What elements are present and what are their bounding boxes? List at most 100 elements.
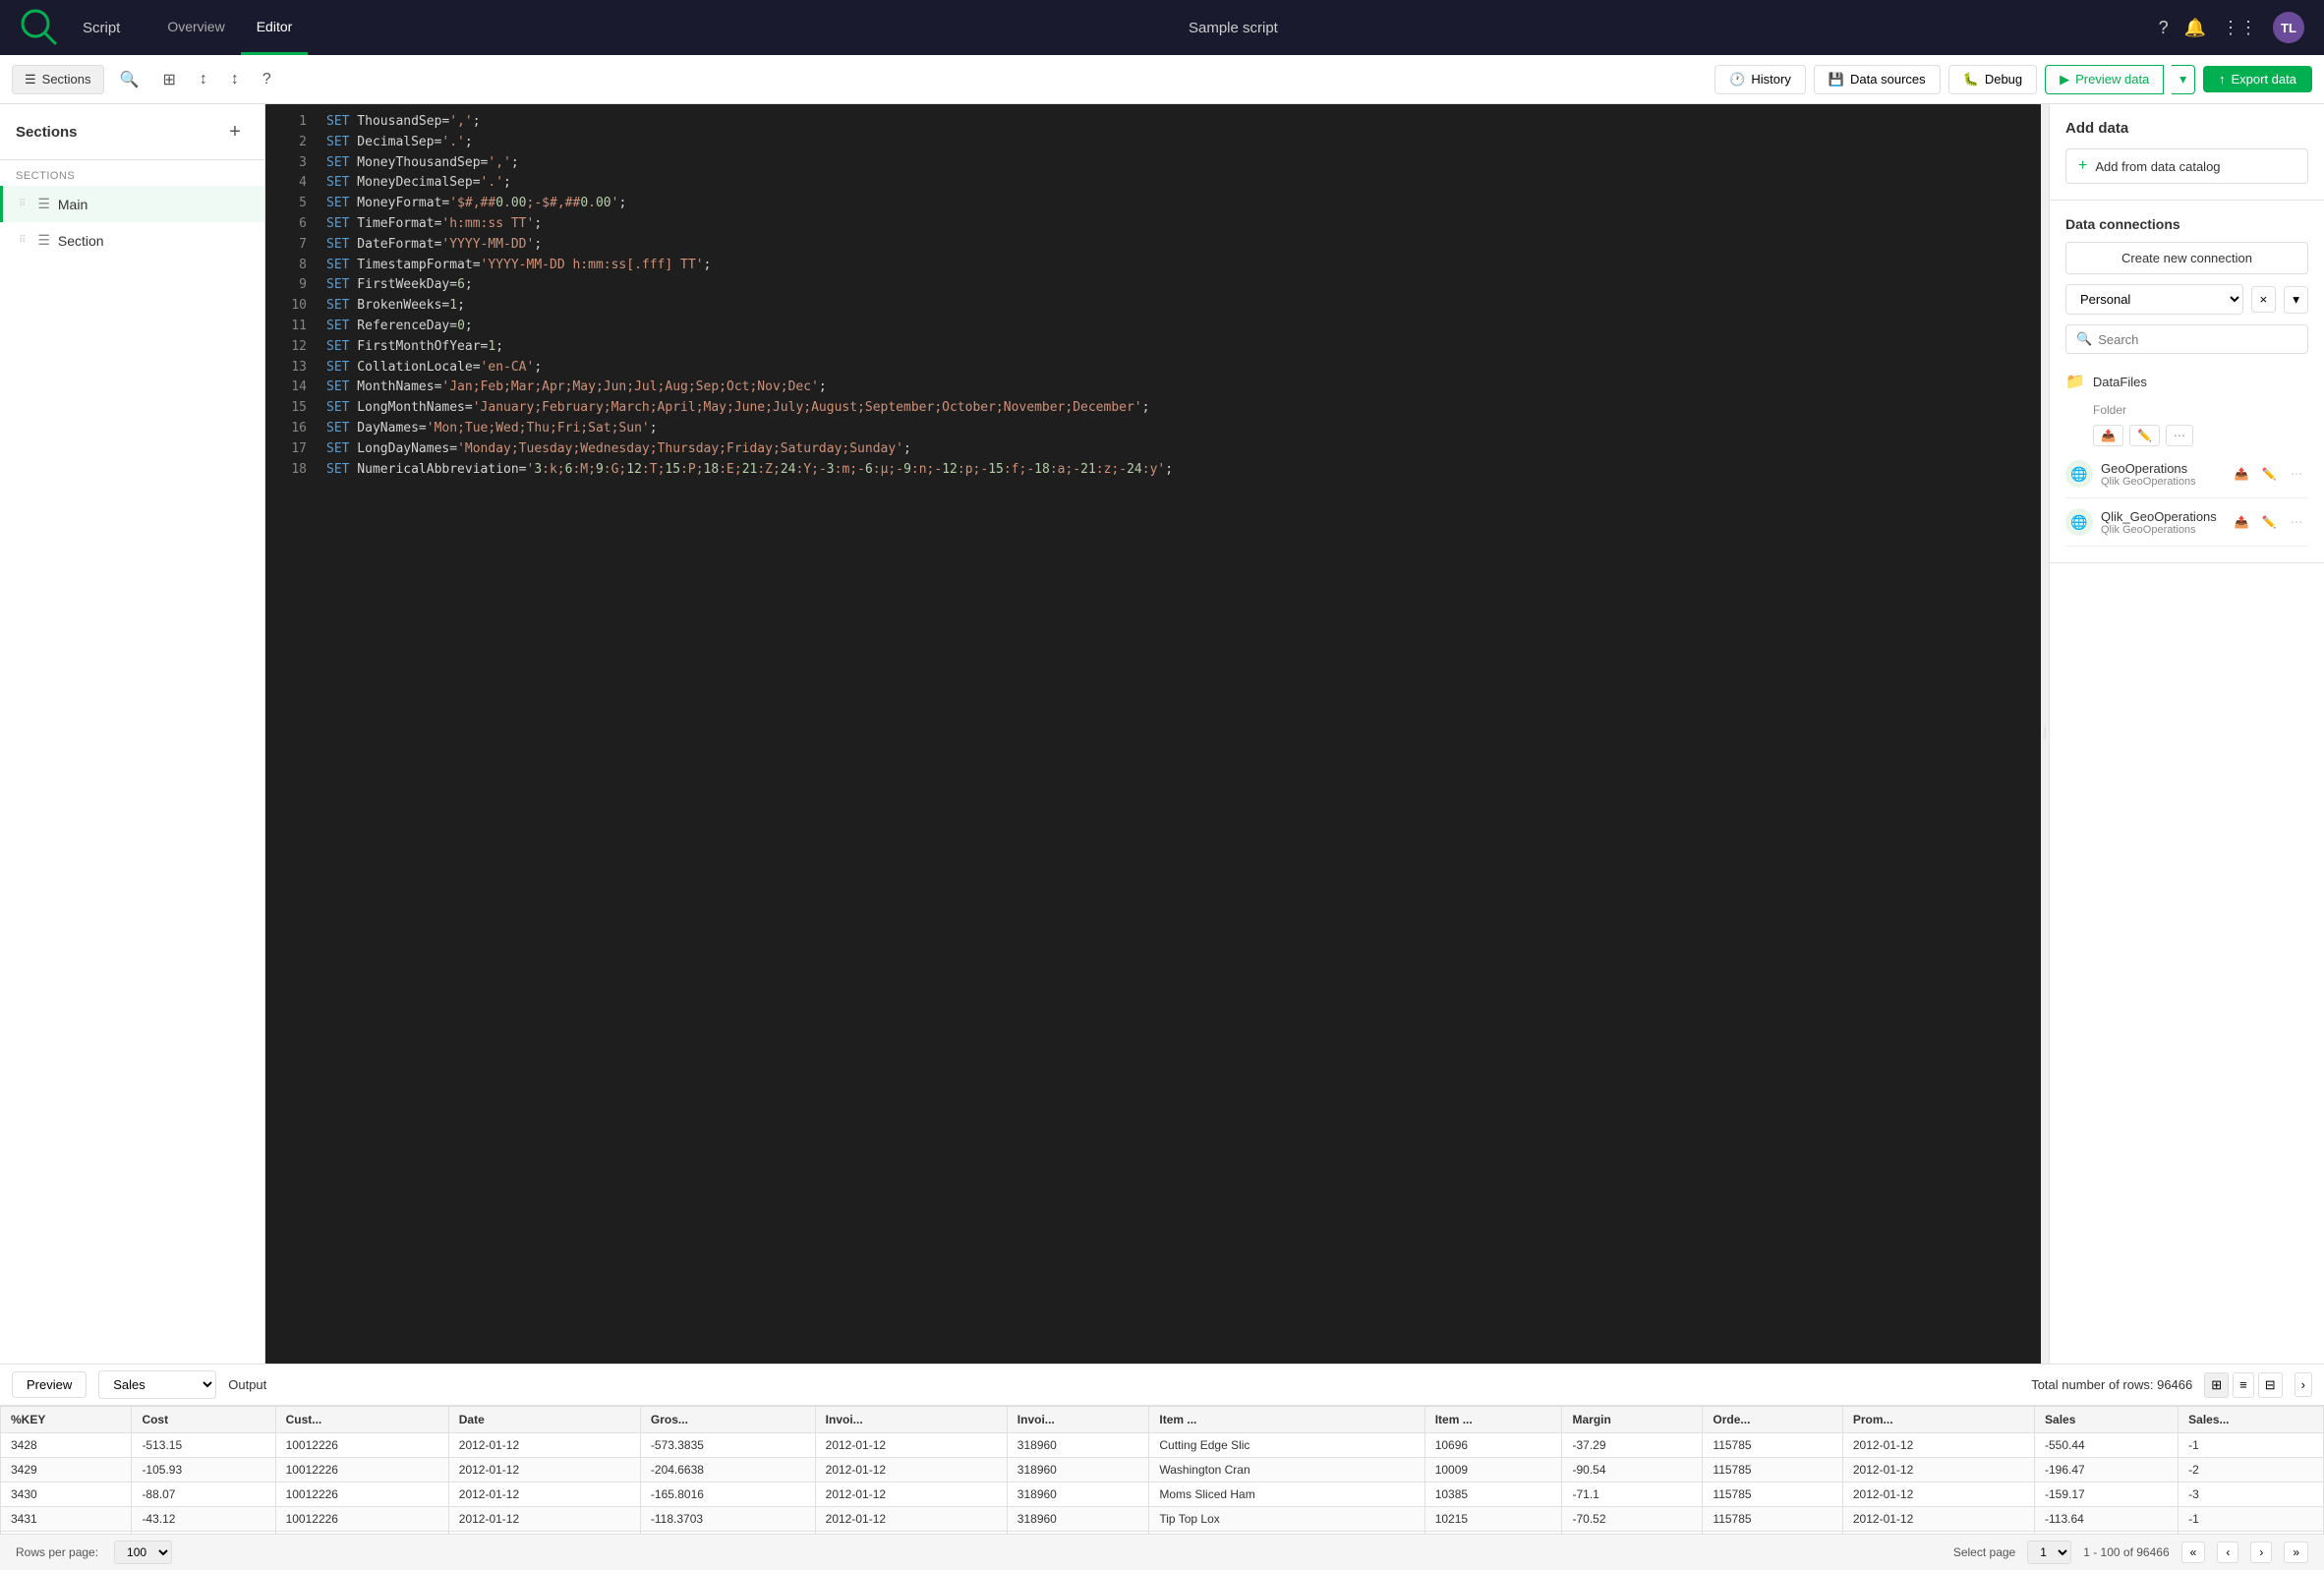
table-cell: 2012-01-12	[448, 1433, 640, 1458]
scroll-right-button[interactable]: ›	[2295, 1372, 2312, 1397]
geo-sub: Qlik GeoOperations	[2101, 476, 2222, 488]
table-header-cell: Cost	[132, 1407, 275, 1433]
table-cell: -118.3703	[640, 1507, 815, 1532]
table-cell: -105.93	[132, 1458, 275, 1483]
first-page-button[interactable]: «	[2181, 1541, 2206, 1563]
folder-action-2[interactable]: ✏️	[2129, 425, 2160, 446]
table-cell: Washington Cran	[1149, 1458, 1424, 1483]
select-all-button[interactable]: ⊞	[154, 64, 183, 95]
add-catalog-label: Add from data catalog	[2095, 159, 2220, 174]
view-toggle: ⊞ ≡ ⊟	[2204, 1372, 2282, 1398]
data-files-item[interactable]: 📁 DataFiles	[2065, 364, 2308, 399]
add-section-button[interactable]: +	[221, 118, 249, 145]
table-header-cell: Item ...	[1424, 1407, 1562, 1433]
right-panel: Add data + Add from data catalog Data co…	[2049, 104, 2324, 1364]
collapse-button[interactable]: ↕	[223, 65, 247, 94]
table-cell: -37.29	[1562, 1433, 1703, 1458]
connection-filter-select[interactable]: Personal	[2065, 284, 2243, 315]
help-button[interactable]: ?	[2159, 18, 2169, 38]
avatar[interactable]: TL	[2273, 12, 2304, 43]
data-sources-label: Data sources	[1850, 72, 1926, 87]
section-select[interactable]: Sales	[98, 1370, 216, 1399]
export-data-button[interactable]: ↑ Export data	[2203, 66, 2312, 92]
page-select[interactable]: 1	[2027, 1541, 2071, 1564]
toolbar: ☰ Sections 🔍 ⊞ ↕ ↕ ? 🕐 History 💾 Data so…	[0, 55, 2324, 104]
resize-handle[interactable]: │	[2041, 104, 2049, 1364]
add-catalog-button[interactable]: + Add from data catalog	[2065, 148, 2308, 184]
geo-action-1[interactable]: 📤	[2230, 462, 2253, 486]
rows-per-page-select[interactable]: 100	[114, 1541, 172, 1564]
table-cell: 10012226	[275, 1433, 448, 1458]
help-info-button[interactable]: ?	[255, 65, 279, 94]
table-cell: 3430	[1, 1483, 132, 1507]
table-header-cell: Date	[448, 1407, 640, 1433]
folder-action-1[interactable]: 📤	[2093, 425, 2123, 446]
table-cell: 115785	[1703, 1433, 1842, 1458]
qlik-geo-action-2[interactable]: ✏️	[2257, 510, 2281, 534]
geo-action-3[interactable]: ⋯	[2285, 462, 2308, 486]
data-table-wrapper[interactable]: %KEYCostCust...DateGros...Invoi...Invoi.…	[0, 1406, 2324, 1534]
notifications-button[interactable]: 🔔	[2184, 18, 2206, 38]
nav-overview[interactable]: Overview	[151, 1, 240, 55]
status-bar: Rows per page: 100 Select page 1 1 - 100…	[0, 1534, 2324, 1570]
qlik-geo-action-1[interactable]: 📤	[2230, 510, 2253, 534]
table-cell: -196.47	[2035, 1458, 2179, 1483]
next-page-button[interactable]: ›	[2250, 1541, 2272, 1563]
debug-button[interactable]: 🐛 Debug	[1948, 65, 2038, 94]
filter-dropdown-button[interactable]: ▾	[2284, 286, 2308, 314]
preview-data-button[interactable]: ▶ Preview data	[2045, 65, 2164, 94]
sections-toggle-button[interactable]: ☰ Sections	[12, 65, 104, 94]
table-cell: 2012-01-12	[1842, 1433, 2034, 1458]
compact-view-button[interactable]: ⊟	[2258, 1372, 2283, 1398]
drag-handle-main: ⠿	[19, 199, 26, 209]
create-connection-button[interactable]: Create new connection	[2065, 242, 2308, 274]
script-label: Script	[83, 20, 120, 36]
data-connections-title: Data connections	[2065, 216, 2308, 232]
prev-page-button[interactable]: ‹	[2217, 1541, 2238, 1563]
page-range: 1 - 100 of 96466	[2083, 1545, 2169, 1559]
table-body: 3428-513.15100122262012-01-12-573.383520…	[1, 1433, 2324, 1535]
table-cell: -165.8016	[640, 1483, 815, 1507]
table-header-cell: %KEY	[1, 1407, 132, 1433]
table-cell: 2012-01-12	[448, 1507, 640, 1532]
list-view-button[interactable]: ≡	[2233, 1372, 2254, 1398]
grid-view-button[interactable]: ⊞	[2204, 1372, 2229, 1398]
geo-info: GeoOperations Qlik GeoOperations	[2101, 461, 2222, 488]
sidebar-item-section[interactable]: ⠿ ☰ Section 🗑	[0, 222, 264, 259]
select-page-label: Select page	[1953, 1545, 2015, 1559]
apps-button[interactable]: ⋮⋮	[2222, 18, 2257, 38]
table-cell: Tip Top Lox	[1149, 1507, 1424, 1532]
sidebar: Sections + Sections ⠿ ☰ Main 🗑 ⠿ ☰ Secti…	[0, 104, 265, 1364]
table-cell: -71.1	[1562, 1483, 1703, 1507]
sidebar-item-main[interactable]: ⠿ ☰ Main 🗑	[0, 186, 264, 222]
sidebar-item-main-label: Main	[58, 197, 223, 212]
connection-item-qlik-geo[interactable]: 🌐 Qlik_GeoOperations Qlik GeoOperations …	[2065, 498, 2308, 547]
nav-editor[interactable]: Editor	[241, 1, 309, 55]
last-page-button[interactable]: »	[2284, 1541, 2308, 1563]
table-header-cell: Invoi...	[815, 1407, 1007, 1433]
table-cell: 2012-01-12	[815, 1483, 1007, 1507]
geo-action-2[interactable]: ✏️	[2257, 462, 2281, 486]
data-sources-button[interactable]: 💾 Data sources	[1814, 65, 1941, 94]
qlik-geo-icon: 🌐	[2065, 508, 2093, 536]
qlik-geo-sub: Qlik GeoOperations	[2101, 524, 2222, 536]
top-nav: Script Overview Editor Sample script ? 🔔…	[0, 0, 2324, 55]
app-title: Sample script	[331, 20, 2134, 36]
search-icon: 🔍	[2076, 331, 2092, 347]
folder-action-3[interactable]: ⋯	[2166, 425, 2193, 446]
preview-dropdown-button[interactable]: ▾	[2172, 65, 2195, 94]
table-cell: -1	[2179, 1507, 2324, 1532]
preview-section-button[interactable]: Preview	[12, 1371, 87, 1398]
data-sources-icon: 💾	[1829, 72, 1844, 87]
code-content[interactable]: SET ThousandSep=',';SET DecimalSep='.';S…	[315, 104, 2041, 1364]
expand-button[interactable]: ↕	[192, 65, 215, 94]
connection-item-geo[interactable]: 🌐 GeoOperations Qlik GeoOperations 📤 ✏️ …	[2065, 450, 2308, 498]
toolbar-right: 🕐 History 💾 Data sources 🐛 Debug ▶ Previ…	[1714, 65, 2312, 94]
search-button[interactable]: 🔍	[112, 64, 147, 95]
line-numbers: 123456789101112131415161718	[265, 104, 315, 1364]
qlik-geo-action-3[interactable]: ⋯	[2285, 510, 2308, 534]
filter-clear-button[interactable]: ×	[2251, 286, 2277, 313]
table-cell: 115785	[1703, 1458, 1842, 1483]
history-button[interactable]: 🕐 History	[1714, 65, 1806, 94]
search-input[interactable]	[2098, 332, 2297, 347]
